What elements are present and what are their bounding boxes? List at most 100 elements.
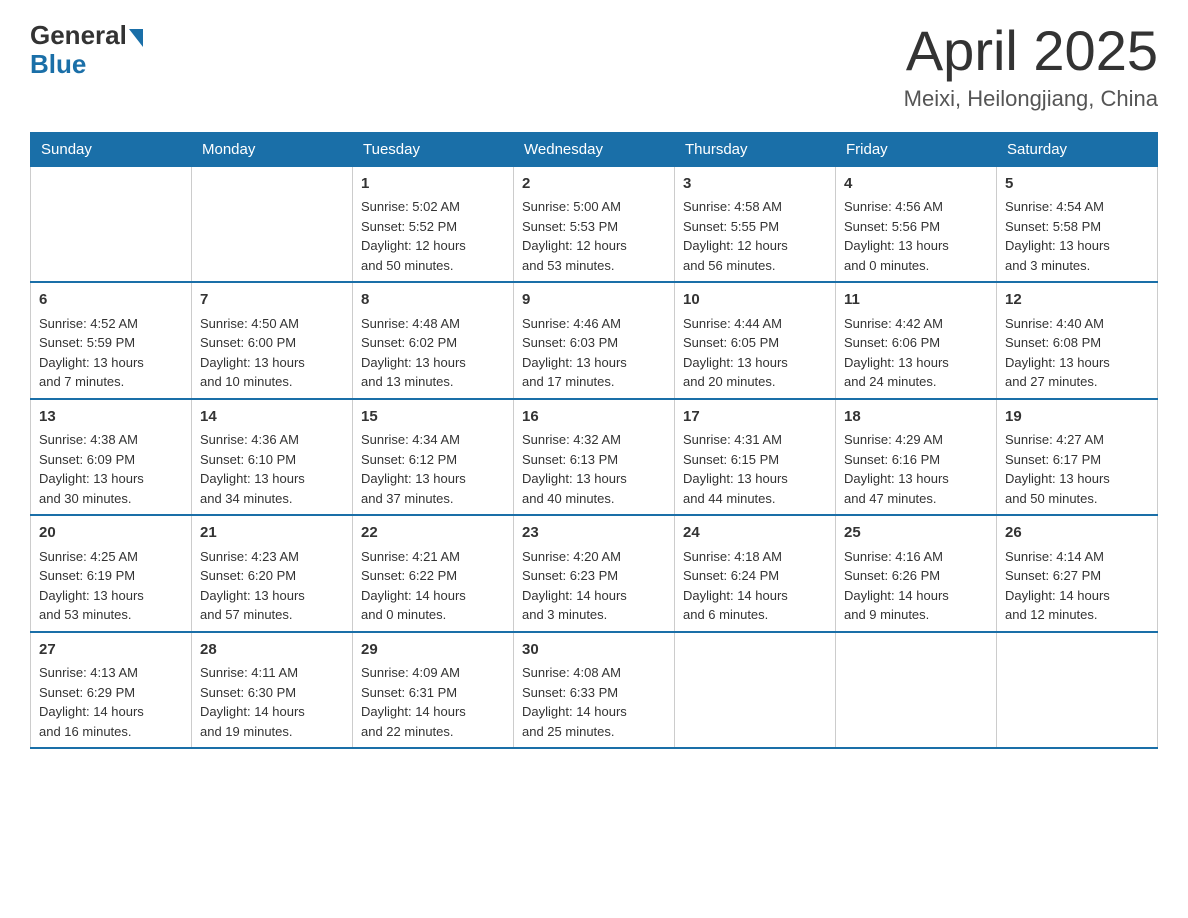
day-info: and 50 minutes. [1005, 489, 1149, 509]
day-info: Sunset: 5:53 PM [522, 217, 666, 237]
day-number: 25 [844, 522, 988, 545]
day-number: 4 [844, 173, 988, 196]
calendar-cell: 1Sunrise: 5:02 AMSunset: 5:52 PMDaylight… [353, 166, 514, 282]
day-info: Sunset: 6:23 PM [522, 566, 666, 586]
calendar-cell: 30Sunrise: 4:08 AMSunset: 6:33 PMDayligh… [514, 632, 675, 749]
calendar-cell: 4Sunrise: 4:56 AMSunset: 5:56 PMDaylight… [836, 166, 997, 282]
day-info: Sunrise: 4:40 AM [1005, 314, 1149, 334]
day-info: and 22 minutes. [361, 722, 505, 742]
day-info: Sunrise: 4:18 AM [683, 547, 827, 567]
day-number: 28 [200, 639, 344, 662]
day-info: and 34 minutes. [200, 489, 344, 509]
day-info: Sunset: 6:03 PM [522, 333, 666, 353]
day-info: Daylight: 14 hours [683, 586, 827, 606]
calendar-cell: 24Sunrise: 4:18 AMSunset: 6:24 PMDayligh… [675, 515, 836, 632]
day-info: and 7 minutes. [39, 372, 183, 392]
day-number: 20 [39, 522, 183, 545]
day-info: Daylight: 13 hours [200, 353, 344, 373]
day-info: Daylight: 13 hours [200, 586, 344, 606]
day-info: Sunset: 6:20 PM [200, 566, 344, 586]
day-info: Sunrise: 4:48 AM [361, 314, 505, 334]
calendar-cell: 19Sunrise: 4:27 AMSunset: 6:17 PMDayligh… [997, 399, 1158, 516]
day-number: 26 [1005, 522, 1149, 545]
page-header: General Blue April 2025 Meixi, Heilongji… [30, 20, 1158, 112]
day-info: Sunrise: 4:21 AM [361, 547, 505, 567]
day-info: Sunset: 6:06 PM [844, 333, 988, 353]
calendar-header: SundayMondayTuesdayWednesdayThursdayFrid… [31, 132, 1158, 166]
calendar-cell: 26Sunrise: 4:14 AMSunset: 6:27 PMDayligh… [997, 515, 1158, 632]
day-number: 12 [1005, 289, 1149, 312]
day-info: Daylight: 14 hours [200, 702, 344, 722]
calendar-cell [997, 632, 1158, 749]
day-header-tuesday: Tuesday [353, 132, 514, 166]
calendar-cell: 17Sunrise: 4:31 AMSunset: 6:15 PMDayligh… [675, 399, 836, 516]
calendar-week-1: 1Sunrise: 5:02 AMSunset: 5:52 PMDaylight… [31, 166, 1158, 282]
day-info: Sunrise: 4:29 AM [844, 430, 988, 450]
day-info: Sunset: 6:08 PM [1005, 333, 1149, 353]
calendar-cell [836, 632, 997, 749]
day-number: 1 [361, 173, 505, 196]
calendar-cell [192, 166, 353, 282]
day-info: Sunset: 6:27 PM [1005, 566, 1149, 586]
day-info: Sunrise: 4:11 AM [200, 663, 344, 683]
calendar-cell [31, 166, 192, 282]
day-number: 21 [200, 522, 344, 545]
day-info: Sunrise: 4:44 AM [683, 314, 827, 334]
day-number: 15 [361, 406, 505, 429]
day-info: Sunrise: 5:00 AM [522, 197, 666, 217]
day-number: 18 [844, 406, 988, 429]
logo: General Blue [30, 20, 143, 77]
day-info: Daylight: 13 hours [39, 353, 183, 373]
day-info: Sunrise: 4:56 AM [844, 197, 988, 217]
day-number: 11 [844, 289, 988, 312]
day-info: Daylight: 13 hours [361, 469, 505, 489]
day-info: Daylight: 14 hours [1005, 586, 1149, 606]
day-number: 3 [683, 173, 827, 196]
day-info: Daylight: 12 hours [522, 236, 666, 256]
day-number: 17 [683, 406, 827, 429]
calendar-cell: 9Sunrise: 4:46 AMSunset: 6:03 PMDaylight… [514, 282, 675, 399]
day-info: and 12 minutes. [1005, 605, 1149, 625]
day-number: 7 [200, 289, 344, 312]
calendar-cell: 13Sunrise: 4:38 AMSunset: 6:09 PMDayligh… [31, 399, 192, 516]
day-number: 30 [522, 639, 666, 662]
calendar-week-5: 27Sunrise: 4:13 AMSunset: 6:29 PMDayligh… [31, 632, 1158, 749]
day-number: 13 [39, 406, 183, 429]
day-info: Sunrise: 4:16 AM [844, 547, 988, 567]
day-info: Sunrise: 4:23 AM [200, 547, 344, 567]
day-info: Sunset: 6:30 PM [200, 683, 344, 703]
day-info: and 44 minutes. [683, 489, 827, 509]
day-info: and 3 minutes. [522, 605, 666, 625]
day-info: Sunset: 6:29 PM [39, 683, 183, 703]
day-info: Sunrise: 4:54 AM [1005, 197, 1149, 217]
day-number: 9 [522, 289, 666, 312]
day-info: Sunset: 6:13 PM [522, 450, 666, 470]
day-info: Sunrise: 5:02 AM [361, 197, 505, 217]
day-info: Sunset: 6:02 PM [361, 333, 505, 353]
day-info: Sunset: 6:10 PM [200, 450, 344, 470]
day-info: Sunset: 5:55 PM [683, 217, 827, 237]
day-info: Sunrise: 4:32 AM [522, 430, 666, 450]
day-header-friday: Friday [836, 132, 997, 166]
day-info: Daylight: 13 hours [1005, 469, 1149, 489]
day-info: and 20 minutes. [683, 372, 827, 392]
day-info: and 13 minutes. [361, 372, 505, 392]
day-number: 19 [1005, 406, 1149, 429]
day-info: Daylight: 13 hours [1005, 236, 1149, 256]
day-number: 5 [1005, 173, 1149, 196]
day-info: Sunset: 6:33 PM [522, 683, 666, 703]
calendar-cell: 14Sunrise: 4:36 AMSunset: 6:10 PMDayligh… [192, 399, 353, 516]
day-info: Sunset: 6:19 PM [39, 566, 183, 586]
day-number: 6 [39, 289, 183, 312]
day-info: Daylight: 13 hours [39, 469, 183, 489]
day-info: Daylight: 13 hours [522, 469, 666, 489]
day-info: Sunrise: 4:46 AM [522, 314, 666, 334]
calendar-cell [675, 632, 836, 749]
day-info: Sunset: 6:22 PM [361, 566, 505, 586]
day-info: and 27 minutes. [1005, 372, 1149, 392]
day-number: 8 [361, 289, 505, 312]
day-info: and 56 minutes. [683, 256, 827, 276]
day-info: and 0 minutes. [361, 605, 505, 625]
day-info: Sunrise: 4:20 AM [522, 547, 666, 567]
day-header-saturday: Saturday [997, 132, 1158, 166]
